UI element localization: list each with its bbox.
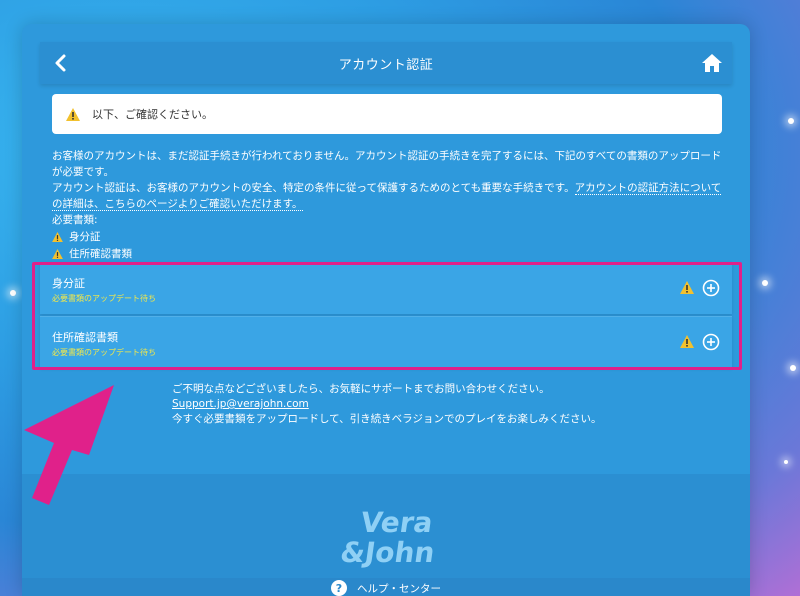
required-doc-item: 身分証: [52, 228, 724, 245]
expand-plus-icon[interactable]: [702, 333, 720, 351]
document-row-address[interactable]: 住所確認書類 必要書類のアップデート待ち: [40, 316, 732, 368]
document-list: 身分証 必要書類のアップデート待ち 住所確認書類 必要書類のアップデート待ち: [40, 262, 732, 370]
required-doc-label: 住所確認書類: [69, 247, 132, 260]
document-name: 身分証: [52, 277, 85, 290]
document-name: 住所確認書類: [52, 331, 118, 344]
notice-box: 以下、ご確認ください。: [52, 94, 722, 134]
warning-icon: [680, 281, 694, 294]
expand-plus-icon[interactable]: [702, 279, 720, 297]
contact-info: ご不明な点などございましたら、お気軽にサポートまでお問い合わせください。 Sup…: [172, 382, 612, 427]
warning-icon: [66, 107, 80, 121]
account-verification-panel: アカウント認証 以下、ご確認ください。 お客様のアカウントは、まだ認証手続きが行…: [22, 24, 750, 596]
contact-line: ご不明な点などございましたら、お気軽にサポートまでお問い合わせください。: [172, 383, 550, 395]
star-decoration: [790, 365, 796, 371]
svg-text:?: ?: [336, 582, 342, 595]
page-header: アカウント認証: [40, 42, 732, 84]
document-row-id[interactable]: 身分証 必要書類のアップデート待ち: [40, 262, 732, 314]
intro-text: お客様のアカウントは、まだ認証手続きが行われておりません。アカウント認証の手続き…: [52, 148, 724, 262]
warning-icon: [680, 335, 694, 348]
footer: Vera &John ? ヘルプ・センター: [22, 474, 750, 596]
required-doc-label: 身分証: [69, 230, 101, 243]
notice-text: 以下、ご確認ください。: [92, 108, 213, 121]
required-doc-item: 住所確認書類: [52, 245, 724, 262]
warning-icon: [52, 231, 63, 242]
help-center-label: ヘルプ・センター: [357, 582, 441, 595]
logo-text-john: &John: [338, 536, 437, 569]
intro-paragraph-2: アカウント認証は、お客様のアカウントの安全、特定の条件に従って保護するためのとて…: [52, 180, 724, 212]
required-docs-label: 必要書類:: [52, 214, 98, 226]
document-status: 必要書類のアップデート待ち: [52, 348, 156, 357]
contact-line-2: 今すぐ必要書類をアップロードして、引き続きベラジョンでのプレイをお楽しみください…: [172, 413, 602, 425]
star-decoration: [762, 280, 768, 286]
document-status: 必要書類のアップデート待ち: [52, 294, 156, 303]
verajohn-logo[interactable]: Vera &John: [318, 500, 458, 570]
help-question-icon: ?: [331, 580, 347, 596]
chevron-left-icon[interactable]: [50, 52, 72, 74]
help-center-bar[interactable]: ? ヘルプ・センター: [22, 578, 750, 596]
star-decoration: [784, 460, 788, 464]
star-decoration: [788, 118, 794, 124]
intro-paragraph-2-text: アカウント認証は、お客様のアカウントの安全、特定の条件に従って保護するためのとて…: [52, 182, 575, 194]
support-email-link[interactable]: Support.jp@verajohn.com: [172, 397, 612, 412]
warning-icon: [52, 248, 63, 259]
logo-text-vera: Vera: [359, 506, 435, 539]
page-title: アカウント認証: [338, 57, 434, 73]
star-decoration: [10, 290, 16, 296]
intro-paragraph: お客様のアカウントは、まだ認証手続きが行われておりません。アカウント認証の手続き…: [52, 150, 722, 178]
home-icon[interactable]: [700, 51, 724, 75]
pointer-arrow-icon: [24, 385, 114, 505]
